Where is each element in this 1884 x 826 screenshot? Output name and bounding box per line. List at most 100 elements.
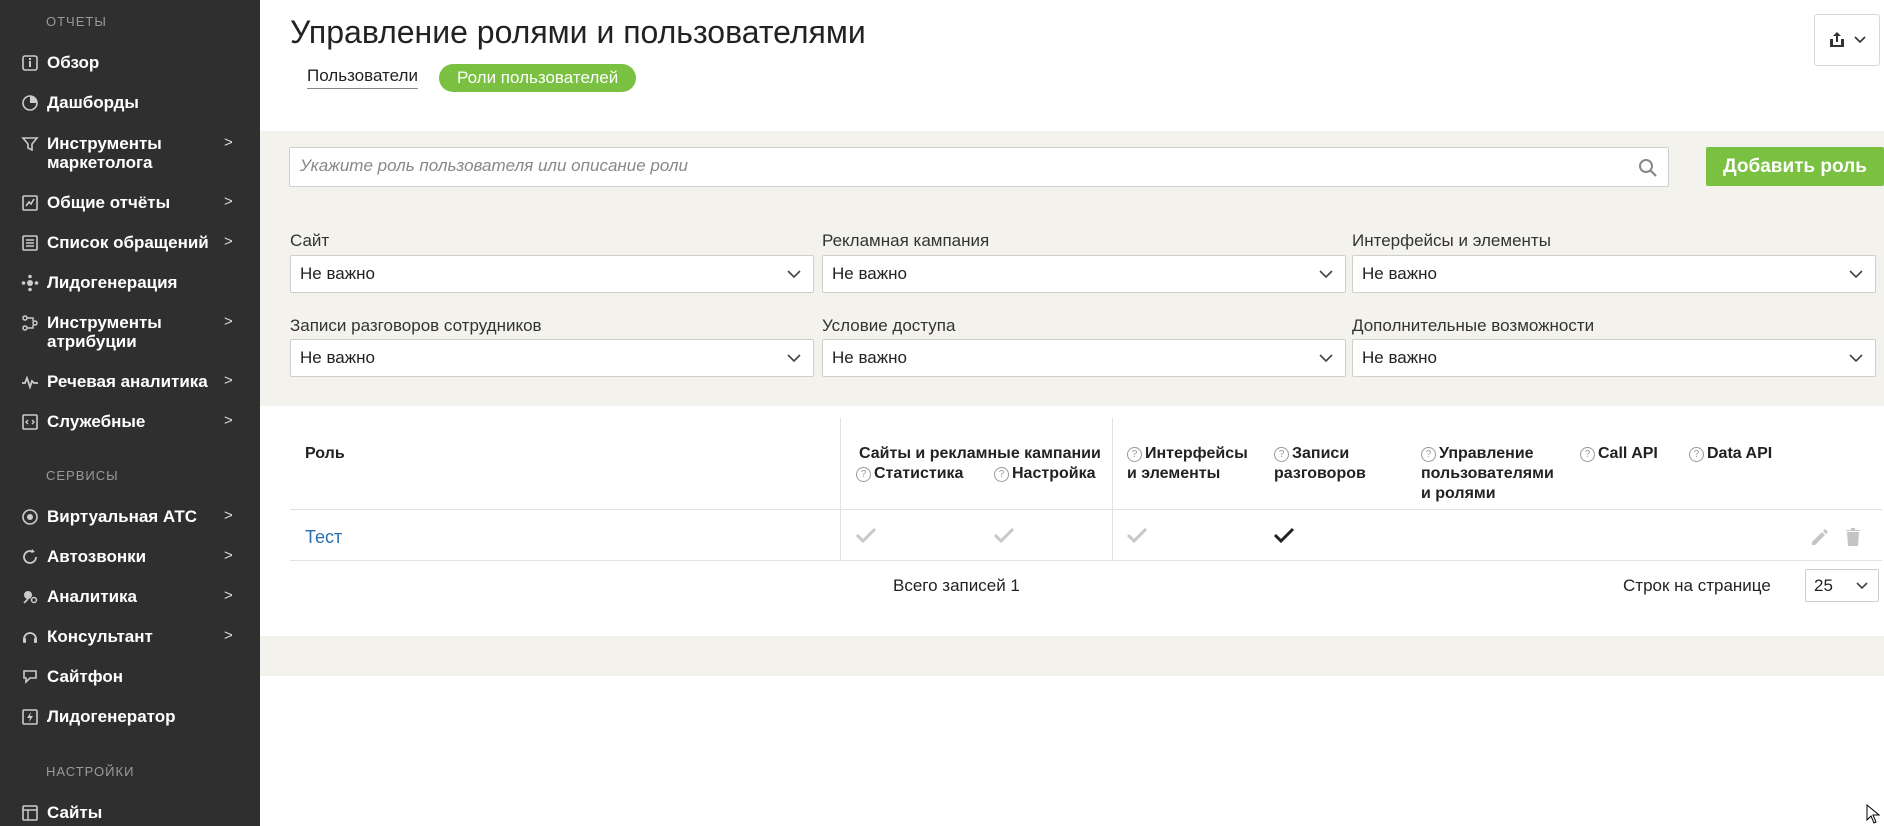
funnel-icon — [20, 134, 40, 154]
sites-icon — [20, 803, 40, 823]
export-icon — [1830, 32, 1844, 47]
role-name-link[interactable]: Тест — [305, 527, 342, 548]
trash-icon[interactable] — [1842, 526, 1864, 548]
col-header-call-api: ? Call API — [1580, 444, 1658, 464]
chevron-right-icon: > — [224, 134, 233, 151]
col-header-interfaces: ? Интерфейсы и элементы — [1127, 445, 1248, 482]
filter-label-interfaces: Интерфейсы и элементы — [1352, 231, 1551, 250]
filter-select-site[interactable]: Не важно — [290, 255, 814, 293]
chevron-down-icon — [1849, 354, 1863, 363]
filter-label-extra-features: Дополнительные возможности — [1352, 316, 1595, 335]
network-icon — [20, 273, 40, 293]
sidebar-item-autocalls[interactable]: Автозвонки > — [0, 547, 260, 575]
sidebar-item-leadgen[interactable]: Лидогенерация — [0, 273, 260, 301]
help-icon[interactable]: ? — [994, 467, 1009, 482]
sidebar-item-dashboards[interactable]: Дашборды — [0, 93, 260, 121]
sidebar-item-overview[interactable]: Обзор — [0, 53, 260, 81]
col-header-call-records: ? Записи разговоров — [1274, 445, 1366, 482]
add-role-button[interactable]: Добавить роль — [1706, 147, 1884, 186]
check-icon-partial — [1126, 527, 1148, 544]
chevron-down-icon — [1319, 270, 1333, 279]
total-records: Всего записей 1 — [893, 576, 1020, 595]
chevron-right-icon: > — [224, 587, 233, 604]
rows-per-page-label: Строк на странице — [1623, 576, 1771, 595]
sidebar-item-label: Сайты — [47, 803, 103, 822]
export-button[interactable] — [1814, 14, 1880, 66]
col-header-data-api: ? Data API — [1689, 444, 1772, 464]
chevron-down-icon — [1319, 354, 1333, 363]
col-header-statistics: ? Статистика — [856, 464, 963, 484]
sidebar-item-label: Автозвонки — [47, 547, 147, 566]
help-icon[interactable]: ? — [1127, 447, 1142, 462]
attribution-icon — [20, 313, 40, 333]
tab-users[interactable]: Пользователи — [307, 66, 418, 89]
edit-pencil-icon[interactable] — [1808, 526, 1830, 548]
filter-select-access-condition[interactable]: Не важно — [822, 339, 1346, 377]
col-header-settings: ? Настройка — [994, 464, 1095, 484]
chevron-down-icon — [1856, 582, 1868, 590]
sitephone-icon — [20, 667, 40, 687]
help-icon[interactable]: ? — [1421, 447, 1436, 462]
pbx-icon — [20, 507, 40, 527]
chevron-down-icon — [1854, 36, 1866, 44]
filter-select-campaign[interactable]: Не важно — [822, 255, 1346, 293]
sidebar-item-label: Аналитика — [47, 587, 137, 606]
chevron-right-icon: > — [224, 412, 233, 429]
sidebar-section-reports: ОТЧЕТЫ — [46, 14, 107, 29]
rows-per-page-value: 25 — [1814, 576, 1833, 595]
help-icon[interactable]: ? — [1274, 447, 1289, 462]
sidebar-item-label: Инструменты маркетолога — [47, 134, 162, 172]
tab-user-roles[interactable]: Роли пользователей — [439, 64, 637, 92]
sidebar-item-general-reports[interactable]: Общие отчёты > — [0, 193, 260, 221]
filter-label-access-condition: Условие доступа — [822, 316, 956, 335]
filter-label-campaign: Рекламная кампания — [822, 231, 990, 250]
help-icon[interactable]: ? — [1689, 447, 1704, 462]
rows-per-page-select[interactable]: 25 — [1805, 569, 1879, 602]
help-icon[interactable]: ? — [856, 467, 871, 482]
sidebar-item-requests-list[interactable]: Список обращений > — [0, 233, 260, 261]
chevron-down-icon — [787, 354, 801, 363]
sidebar-item-label: Речевая аналитика — [47, 372, 208, 391]
chevron-right-icon: > — [224, 372, 233, 389]
sidebar-item-label: Список обращений — [47, 233, 209, 252]
sidebar-item-attribution-tools[interactable]: Инструменты атрибуции > — [0, 313, 260, 353]
analytics-icon — [20, 587, 40, 607]
filter-select-extra-features[interactable]: Не важно — [1352, 339, 1876, 377]
sidebar-item-label: Общие отчёты — [47, 193, 171, 212]
sidebar-item-sites[interactable]: Сайты — [0, 803, 260, 826]
search-input[interactable] — [290, 148, 1630, 184]
chevron-right-icon: > — [224, 627, 233, 644]
sidebar-item-marketing-tools[interactable]: Инструменты маркетолога > — [0, 134, 260, 174]
filter-value: Не важно — [1362, 348, 1437, 367]
list-icon — [20, 233, 40, 253]
filter-value: Не важно — [832, 348, 907, 367]
table-divider — [290, 560, 1882, 561]
filter-select-call-records[interactable]: Не важно — [290, 339, 814, 377]
sidebar-section-settings: НАСТРОЙКИ — [46, 764, 135, 779]
sidebar-item-label: Дашборды — [47, 93, 139, 112]
sidebar-item-label: Лидогенерация — [47, 273, 178, 292]
sidebar-item-speech-analytics[interactable]: Речевая аналитика > — [0, 372, 260, 400]
bottom-band — [260, 636, 1884, 676]
check-icon-partial — [855, 527, 877, 544]
sidebar-item-label: Служебные — [47, 412, 146, 431]
sidebar-item-lead-generator[interactable]: Лидогенератор — [0, 707, 260, 735]
lead-generator-icon — [20, 707, 40, 727]
waveform-icon — [20, 372, 40, 392]
sidebar-item-label: Консультант — [47, 627, 153, 646]
filter-select-interfaces[interactable]: Не важно — [1352, 255, 1876, 293]
chevron-down-icon — [1849, 270, 1863, 279]
chevron-right-icon: > — [224, 193, 233, 210]
sidebar-item-consultant[interactable]: Консультант > — [0, 627, 260, 655]
info-icon — [20, 53, 40, 73]
sidebar-item-analytics[interactable]: Аналитика > — [0, 587, 260, 615]
sidebar-item-sitephone[interactable]: Сайтфон — [0, 667, 260, 695]
page-title: Управление ролями и пользователями — [290, 14, 866, 50]
search-icon[interactable] — [1638, 158, 1658, 178]
sidebar-item-service[interactable]: Служебные > — [0, 412, 260, 440]
pie-chart-icon — [20, 93, 40, 113]
filter-value: Не важно — [300, 264, 375, 283]
help-icon[interactable]: ? — [1580, 447, 1595, 462]
sidebar-item-virtual-pbx[interactable]: Виртуальная АТС > — [0, 507, 260, 535]
table-divider — [1112, 418, 1113, 560]
